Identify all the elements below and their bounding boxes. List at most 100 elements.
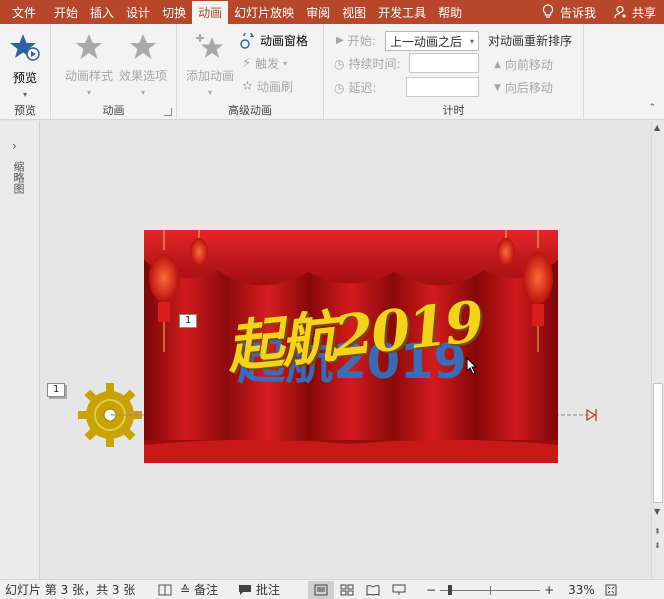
zoom-thumb[interactable]: [448, 584, 453, 595]
tabs-right-area: 告诉我 共享: [536, 0, 664, 24]
share-button[interactable]: 共享: [606, 4, 664, 21]
tab-home[interactable]: 开始: [48, 0, 84, 24]
start-label: 开始:: [347, 34, 376, 48]
animation-order-tag-slide[interactable]: 1: [179, 314, 198, 328]
reading-view-icon: [366, 584, 380, 596]
effect-options-button[interactable]: 效果选项 ▾: [115, 32, 171, 98]
mouse-cursor-icon: [466, 357, 478, 375]
tab-help[interactable]: 帮助: [432, 0, 468, 24]
tab-developer[interactable]: 开发工具: [372, 0, 432, 24]
slide-canvas: 1 起航2019 起航2019 1: [41, 121, 651, 579]
animation-style-label: 动画样式: [64, 69, 113, 83]
group-label-preview: 预览: [14, 104, 36, 117]
arrow-down-icon: ▼: [494, 82, 501, 93]
move-earlier-label: 向前移动: [504, 58, 553, 72]
notes-button[interactable]: ≙ 备注: [180, 581, 238, 598]
zoom-center-mark: [490, 585, 492, 595]
grid-icon: [340, 584, 354, 595]
zoom-in-button[interactable]: +: [544, 583, 554, 597]
view-slideshow-button[interactable]: [386, 581, 412, 599]
thumbnail-pane-label: 缩略图: [12, 161, 25, 194]
group-label-advanced: 高级动画: [228, 104, 272, 117]
tab-review[interactable]: 审阅: [300, 0, 336, 24]
preview-star-icon: [10, 34, 40, 61]
chevron-down-icon: ▾: [469, 36, 474, 46]
view-normal-button[interactable]: [308, 580, 334, 599]
lightbulb-icon: [542, 4, 554, 18]
scrollbar-thumb[interactable]: [653, 383, 663, 503]
slide-info: 幻灯片 第 3 张，共 3 张: [0, 581, 150, 598]
collapse-ribbon-icon[interactable]: ⌃: [648, 103, 656, 113]
fit-slide-button[interactable]: [605, 584, 617, 596]
move-later-label: 向后移动: [504, 81, 553, 95]
duration-input[interactable]: [409, 53, 479, 73]
star-icon: [76, 34, 102, 59]
move-earlier-button[interactable]: ▲ 向前移动: [494, 56, 553, 73]
comments-label: 批注: [256, 583, 281, 597]
tab-animations[interactable]: 动画: [192, 0, 229, 24]
duration-row: ◷ 持续时间:: [334, 55, 401, 72]
arrow-up-icon: ▲: [494, 59, 501, 70]
chevron-down-icon: ▾: [86, 88, 91, 97]
delay-row: ◷ 延迟:: [334, 79, 377, 96]
share-label: 共享: [631, 5, 656, 20]
accessibility-icon[interactable]: [150, 584, 180, 596]
duration-label: 持续时间:: [348, 57, 401, 71]
tab-slideshow[interactable]: 幻灯片放映: [228, 0, 300, 24]
trigger-label: 触发: [255, 57, 280, 71]
zoom-out-button[interactable]: −: [426, 583, 436, 597]
chevron-down-icon: ▾: [22, 90, 27, 99]
clock-icon: ◷: [334, 80, 345, 95]
add-animation-label: 添加动画: [185, 69, 234, 83]
slideshow-icon: [392, 584, 406, 595]
normal-view-icon: [314, 584, 328, 595]
zoom-slider[interactable]: [440, 584, 541, 596]
delay-input[interactable]: [406, 77, 479, 97]
tab-file[interactable]: 文件: [0, 0, 48, 24]
chevron-down-icon: ▾: [283, 59, 288, 68]
animation-pane-button[interactable]: 动画窗格: [240, 32, 308, 49]
tell-me-text: 告诉我: [559, 5, 596, 20]
slide[interactable]: 起航2019 起航2019 1: [144, 230, 558, 463]
animation-painter-button[interactable]: ✫ 动画刷: [242, 78, 293, 95]
scroll-up-icon[interactable]: ▲: [654, 123, 660, 132]
animation-pane-label: 动画窗格: [260, 34, 309, 48]
dialog-launcher-icon[interactable]: [164, 108, 172, 116]
trigger-button[interactable]: ⚡ 触发 ▾: [242, 55, 287, 72]
preview-label: 预览: [12, 71, 37, 85]
zoom-level-text: 33%: [568, 582, 595, 597]
animation-order-tag-outside[interactable]: 1: [47, 383, 66, 397]
tab-insert[interactable]: 插入: [84, 0, 120, 24]
animation-style-button[interactable]: 动画样式 ▾: [61, 32, 117, 98]
comments-button[interactable]: 批注: [238, 581, 308, 598]
tab-view[interactable]: 视图: [336, 0, 372, 24]
start-combo[interactable]: 上一动画之后 ▾: [385, 31, 479, 51]
zoom-level[interactable]: 33%: [568, 583, 595, 597]
move-later-button[interactable]: ▼ 向后移动: [494, 79, 553, 96]
minus-icon: −: [426, 582, 437, 597]
status-bar: 幻灯片 第 3 张，共 3 张 ≙ 备注 批注 − + 33%: [0, 579, 664, 599]
animation-painter-label: 动画刷: [256, 80, 293, 94]
add-animation-button[interactable]: 添加动画 ▾: [183, 32, 237, 98]
add-star-icon: [196, 34, 223, 58]
view-sorter-button[interactable]: [334, 581, 360, 599]
comment-icon: [239, 584, 251, 595]
tab-transitions[interactable]: 切换: [156, 0, 192, 24]
vertical-scrollbar[interactable]: ▲ ▼ ⇞ ⇟: [651, 121, 664, 579]
tell-me-box[interactable]: 告诉我: [536, 4, 606, 21]
tab-design[interactable]: 设计: [120, 0, 156, 24]
animation-pane-icon: [240, 32, 254, 49]
reorder-heading: 对动画重新排序: [488, 32, 572, 49]
ribbon-tabs: 文件 开始 插入 设计 切换 动画 幻灯片放映 审阅 视图 开发工具 帮助 告诉…: [0, 0, 664, 24]
scroll-down-icon[interactable]: ▼: [654, 507, 660, 516]
ribbon: 预览 ▾ 预览 动画样式 ▾ 效果选项 ▾ 动画 添加动画 ▾ 动画窗格 ⚡ 触…: [0, 24, 664, 120]
next-slide-icon[interactable]: ⇟: [654, 541, 661, 550]
preview-button[interactable]: 预览 ▾: [0, 32, 50, 100]
expand-pane-icon[interactable]: ›: [12, 139, 17, 153]
view-reading-button[interactable]: [360, 581, 386, 599]
thumbnail-pane: › 缩略图: [0, 121, 40, 579]
previous-slide-icon[interactable]: ⇞: [654, 527, 661, 536]
group-label-timing: 计时: [442, 104, 465, 117]
group-label-animation: 动画: [102, 104, 125, 117]
slide-info-text: 幻灯片 第 3 张，共 3 张: [5, 583, 136, 597]
